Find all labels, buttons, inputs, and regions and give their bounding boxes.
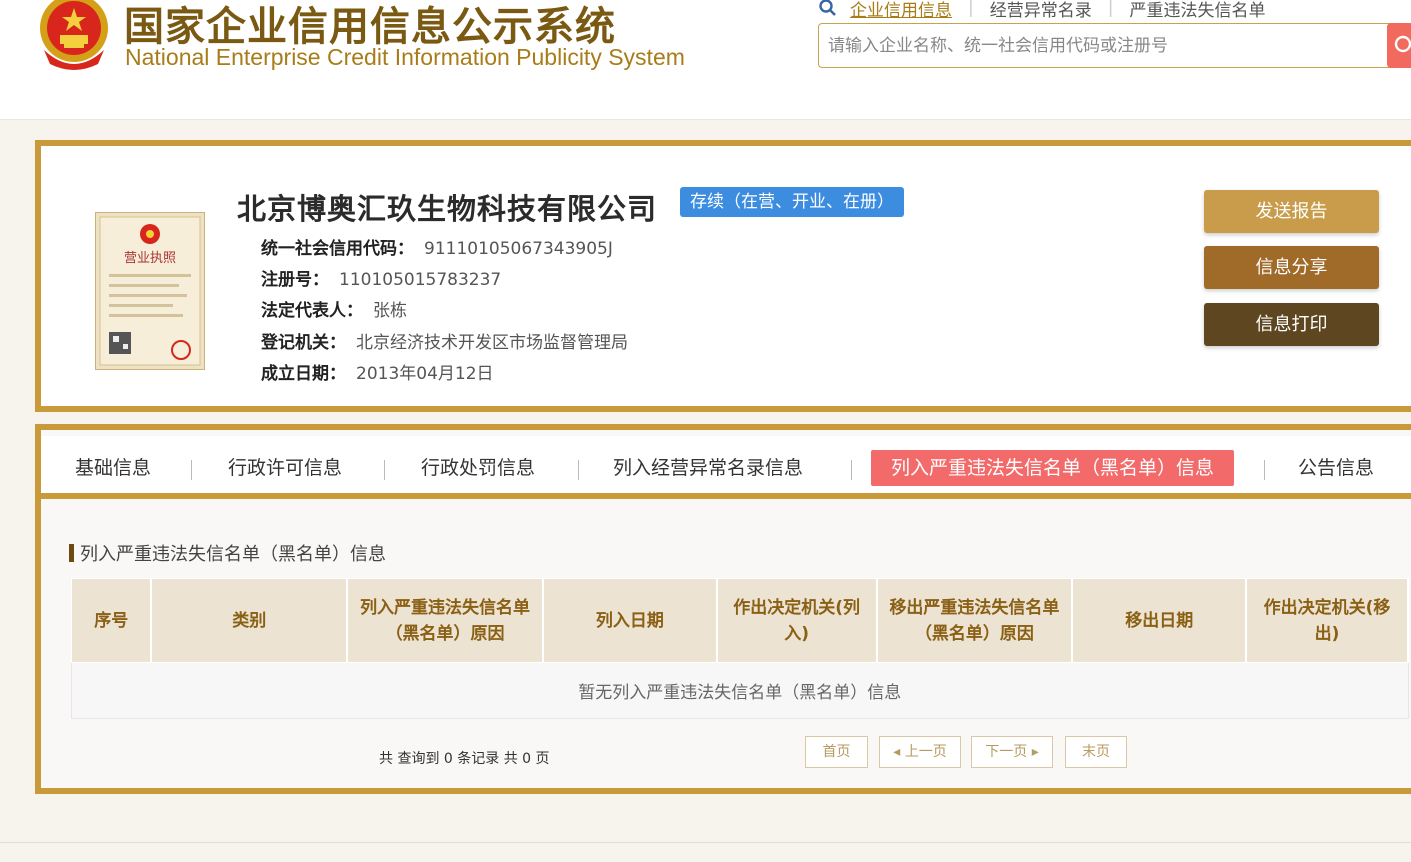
next-page-label: 下一页	[985, 744, 1028, 760]
tab-separator	[851, 460, 852, 480]
col-index: 序号	[71, 578, 153, 663]
col-list-reason: 列入严重违法失信名单（黑名单）原因	[346, 578, 544, 663]
tab-basic-info[interactable]: 基础信息	[75, 450, 151, 486]
tab-admin-license[interactable]: 行政许可信息	[228, 450, 342, 486]
share-info-button[interactable]: 信息分享	[1204, 246, 1379, 289]
section-marker	[69, 544, 74, 562]
search-input[interactable]	[819, 24, 1379, 67]
section-title: 列入严重违法失信名单（黑名单）信息	[69, 540, 386, 566]
info-row-authority: 登记机关： 北京经济技术开发区市场监督管理局	[261, 328, 628, 353]
send-report-button[interactable]: 发送报告	[1204, 190, 1379, 233]
search-button[interactable]	[1387, 23, 1411, 68]
tab-separator	[384, 460, 385, 480]
link-enterprise-credit[interactable]: 企业信用信息	[850, 0, 968, 21]
footer-divider	[0, 842, 1411, 843]
print-info-button[interactable]: 信息打印	[1204, 303, 1379, 346]
col-removal-date: 移出日期	[1071, 578, 1248, 663]
national-emblem-icon	[40, 0, 108, 70]
col-list-authority: 作出决定机关(列入)	[716, 578, 878, 663]
quick-links: 企业信用信息 | 经营异常名录 | 严重违法失信名单	[818, 0, 1281, 21]
info-label: 注册号：	[261, 270, 329, 290]
first-page-button[interactable]: 首页	[805, 736, 868, 768]
status-badge: 存续（在营、开业、在册）	[680, 187, 904, 217]
info-value: 2013年04月12日	[356, 364, 494, 384]
tab-separator	[191, 460, 192, 480]
prev-page-label: 上一页	[904, 744, 947, 760]
info-row-credit-code: 统一社会信用代码： 91110105067343905J	[261, 234, 613, 259]
company-name: 北京博奥汇玖生物科技有限公司	[237, 192, 658, 226]
link-abnormal-list[interactable]: 经营异常名录	[974, 0, 1108, 21]
empty-message: 暂无列入严重违法失信名单（黑名单）信息	[71, 662, 1409, 719]
license-title: 营业执照	[124, 251, 176, 266]
col-removal-authority: 作出决定机关(移出)	[1245, 578, 1409, 663]
site-title-en: National Enterprise Credit Information P…	[125, 44, 685, 70]
tab-separator	[1264, 460, 1265, 480]
col-category: 类别	[150, 578, 349, 663]
last-page-button[interactable]: 末页	[1065, 736, 1127, 768]
info-label: 统一社会信用代码：	[261, 239, 414, 259]
prev-page-button[interactable]: ◂ 上一页	[879, 736, 961, 768]
business-license-icon[interactable]: 营业执照	[95, 212, 205, 370]
blacklist-table: 序号 类别 列入严重违法失信名单（黑名单）原因 列入日期 作出决定机关(列入) …	[71, 578, 1409, 719]
info-label: 登记机关：	[261, 333, 346, 353]
tab-bar: 基础信息 行政许可信息 行政处罚信息 列入经营异常名录信息 列入严重违法失信名单…	[41, 436, 1411, 499]
tab-abnormal-list[interactable]: 列入经营异常名录信息	[613, 450, 803, 486]
section-title-text: 列入严重违法失信名单（黑名单）信息	[80, 544, 386, 565]
info-label: 法定代表人：	[261, 301, 363, 321]
next-page-button[interactable]: 下一页 ▸	[971, 736, 1053, 768]
col-list-date: 列入日期	[542, 578, 718, 663]
info-value: 张栋	[373, 301, 407, 321]
prev-arrow-icon: ◂	[893, 744, 905, 760]
table-header-row: 序号 类别 列入严重违法失信名单（黑名单）原因 列入日期 作出决定机关(列入) …	[71, 578, 1409, 663]
info-value: 北京经济技术开发区市场监督管理局	[356, 333, 628, 353]
site-header: 国家企业信用信息公示系统 National Enterprise Credit …	[0, 0, 1411, 120]
tab-separator	[578, 460, 579, 480]
search-box	[818, 23, 1411, 68]
search-icon	[819, 0, 836, 16]
link-blacklist[interactable]: 严重违法失信名单	[1113, 0, 1281, 21]
company-card: 营业执照 北京博奥汇玖生物科技有限公司 存续（在营、开业、在册） 统一社会信用代…	[35, 140, 1411, 412]
tab-announcements[interactable]: 公告信息	[1298, 450, 1374, 486]
detail-panel: 基础信息 行政许可信息 行政处罚信息 列入经营异常名录信息 列入严重违法失信名单…	[35, 424, 1411, 794]
pagination-summary: 共 查询到 0 条记录 共 0 页	[379, 751, 550, 767]
info-row-reg-number: 注册号： 110105015783237	[261, 265, 501, 290]
next-arrow-icon: ▸	[1027, 744, 1039, 760]
col-removal-reason: 移出严重违法失信名单（黑名单）原因	[876, 578, 1074, 663]
info-row-established: 成立日期： 2013年04月12日	[261, 359, 494, 384]
info-value: 110105015783237	[339, 270, 502, 290]
info-value: 91110105067343905J	[424, 239, 613, 259]
info-row-legal-rep: 法定代表人： 张栋	[261, 296, 407, 321]
tab-admin-penalty[interactable]: 行政处罚信息	[421, 450, 535, 486]
info-label: 成立日期：	[261, 364, 346, 384]
tab-blacklist[interactable]: 列入严重违法失信名单（黑名单）信息	[871, 450, 1235, 486]
table-row: 暂无列入严重违法失信名单（黑名单）信息	[71, 662, 1409, 719]
search-icon	[1394, 35, 1411, 53]
